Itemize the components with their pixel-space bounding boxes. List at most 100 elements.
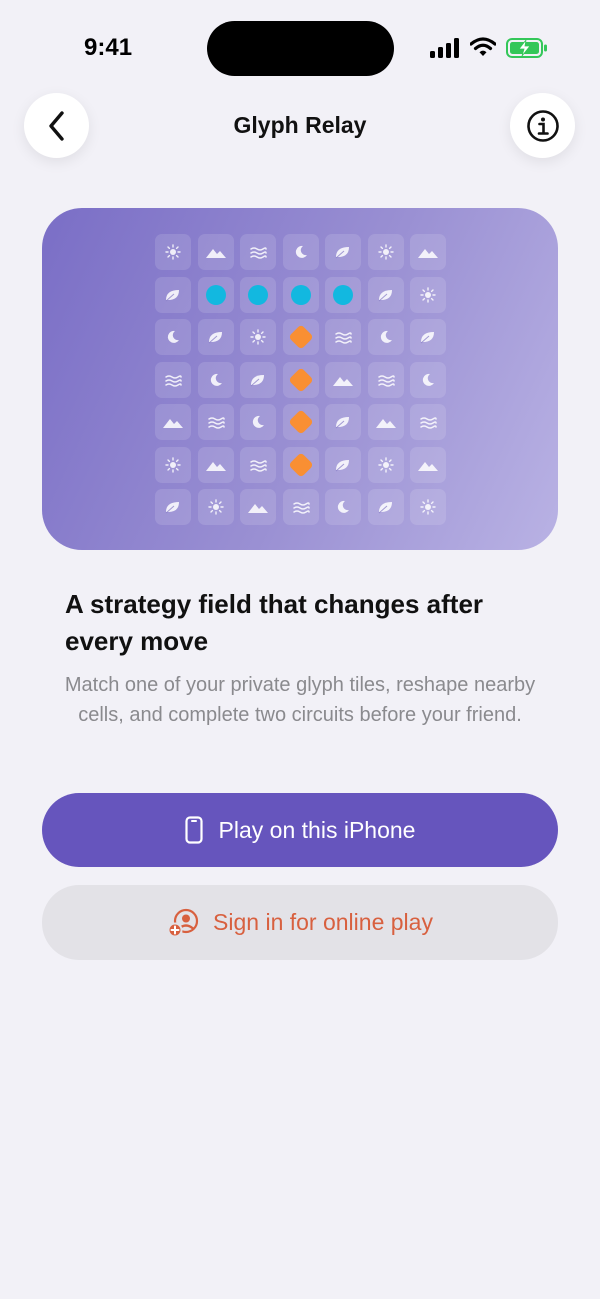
grid-cell bbox=[282, 446, 319, 483]
play-on-iphone-label: Play on this iPhone bbox=[218, 816, 416, 843]
grid-cell bbox=[325, 404, 361, 440]
leaf-glyph-icon bbox=[334, 414, 352, 430]
sun-glyph-icon bbox=[420, 499, 436, 515]
grid-cell bbox=[197, 489, 234, 525]
moon-glyph-icon bbox=[165, 329, 181, 345]
waves-glyph-icon bbox=[419, 415, 437, 429]
grid-cell bbox=[197, 446, 234, 483]
orange-piece bbox=[287, 451, 314, 478]
play-on-iphone-button[interactable]: Play on this iPhone bbox=[42, 793, 558, 867]
grid-cell bbox=[325, 319, 361, 355]
leaf-glyph-icon bbox=[377, 499, 395, 515]
grid-cell bbox=[155, 319, 191, 355]
grid-cell bbox=[410, 404, 446, 440]
grid-cell bbox=[325, 489, 361, 525]
moon-glyph-icon bbox=[293, 244, 309, 260]
sun-glyph-icon bbox=[207, 499, 224, 515]
mountain-glyph-icon bbox=[375, 415, 397, 429]
moon-glyph-icon bbox=[378, 329, 394, 345]
sun-glyph-icon bbox=[377, 244, 394, 260]
status-bar: 9:41 bbox=[0, 0, 600, 100]
waves-glyph-icon bbox=[249, 245, 267, 259]
grid-cell bbox=[282, 276, 319, 313]
mountain-glyph-icon bbox=[332, 373, 354, 387]
grid-cell bbox=[325, 276, 361, 313]
cyan-piece bbox=[205, 284, 226, 305]
waves-glyph-icon bbox=[292, 500, 310, 514]
waves-glyph-icon bbox=[249, 458, 267, 472]
grid-cell bbox=[197, 404, 234, 440]
grid-cell bbox=[240, 319, 276, 355]
battery-charging-icon bbox=[506, 38, 547, 58]
grid-cell bbox=[155, 446, 191, 483]
grid-cell bbox=[367, 319, 404, 355]
wifi-icon bbox=[470, 37, 496, 56]
grid-cell bbox=[240, 446, 276, 483]
waves-glyph-icon bbox=[377, 373, 395, 387]
leaf-glyph-icon bbox=[334, 457, 352, 473]
status-time: 9:41 bbox=[84, 34, 133, 61]
iphone-icon bbox=[184, 816, 203, 844]
sign-in-online-button[interactable]: Sign in for online play bbox=[42, 885, 558, 960]
mountain-glyph-icon bbox=[162, 415, 184, 429]
grid-cell bbox=[197, 234, 234, 270]
mountain-glyph-icon bbox=[205, 458, 227, 472]
grid-cell bbox=[367, 276, 404, 313]
grid-cell bbox=[367, 361, 404, 398]
grid-cell bbox=[155, 276, 191, 313]
orange-piece bbox=[287, 324, 314, 350]
grid-cell bbox=[155, 234, 191, 270]
mountain-glyph-icon bbox=[247, 500, 269, 514]
game-board-preview bbox=[42, 208, 558, 550]
grid-cell bbox=[410, 489, 446, 525]
grid-cell bbox=[197, 276, 234, 313]
grid-cell bbox=[410, 276, 446, 313]
grid-cell bbox=[367, 446, 404, 483]
grid-cell bbox=[240, 234, 276, 270]
grid-cell bbox=[410, 361, 446, 398]
cyan-piece bbox=[333, 284, 353, 305]
subtitle: Match one of your private glyph tiles, r… bbox=[64, 674, 536, 726]
grid-cell bbox=[410, 234, 446, 270]
person-add-icon bbox=[167, 908, 199, 937]
sun-glyph-icon bbox=[165, 244, 181, 260]
leaf-glyph-icon bbox=[207, 329, 225, 345]
grid-cell bbox=[240, 361, 276, 398]
leaf-glyph-icon bbox=[419, 329, 437, 345]
waves-glyph-icon bbox=[207, 415, 225, 429]
mountain-glyph-icon bbox=[417, 458, 439, 472]
sun-glyph-icon bbox=[377, 456, 394, 473]
grid-cell bbox=[155, 361, 191, 398]
info-circle-icon bbox=[526, 109, 559, 142]
grid-cell bbox=[240, 489, 276, 525]
info-button[interactable] bbox=[510, 93, 575, 158]
cyan-piece bbox=[290, 284, 311, 305]
grid-cell bbox=[325, 234, 361, 270]
grid-cell bbox=[325, 361, 361, 398]
leaf-glyph-icon bbox=[164, 499, 182, 515]
grid-cell bbox=[197, 319, 234, 355]
sun-glyph-icon bbox=[165, 456, 181, 473]
leaf-glyph-icon bbox=[334, 244, 352, 260]
grid-cell bbox=[240, 404, 276, 440]
grid-cell bbox=[197, 361, 234, 398]
mountain-glyph-icon bbox=[417, 245, 439, 259]
grid-cell bbox=[367, 404, 404, 440]
sun-glyph-icon bbox=[250, 329, 266, 345]
mountain-glyph-icon bbox=[205, 245, 227, 259]
moon-glyph-icon bbox=[208, 372, 224, 388]
orange-piece bbox=[287, 366, 314, 393]
dynamic-island bbox=[207, 21, 394, 76]
grid-cell bbox=[410, 446, 446, 483]
headline: A strategy field that changes after ever… bbox=[65, 589, 484, 656]
sign-in-online-label: Sign in for online play bbox=[213, 909, 433, 935]
cyan-piece bbox=[248, 284, 268, 305]
grid-cell bbox=[240, 276, 276, 313]
grid-cell bbox=[282, 404, 319, 440]
grid-cell bbox=[282, 234, 319, 270]
grid-cell bbox=[410, 319, 446, 355]
cellular-signal-icon bbox=[430, 38, 459, 58]
grid-cell bbox=[155, 404, 191, 440]
moon-glyph-icon bbox=[420, 372, 436, 388]
grid-cell bbox=[282, 489, 319, 525]
